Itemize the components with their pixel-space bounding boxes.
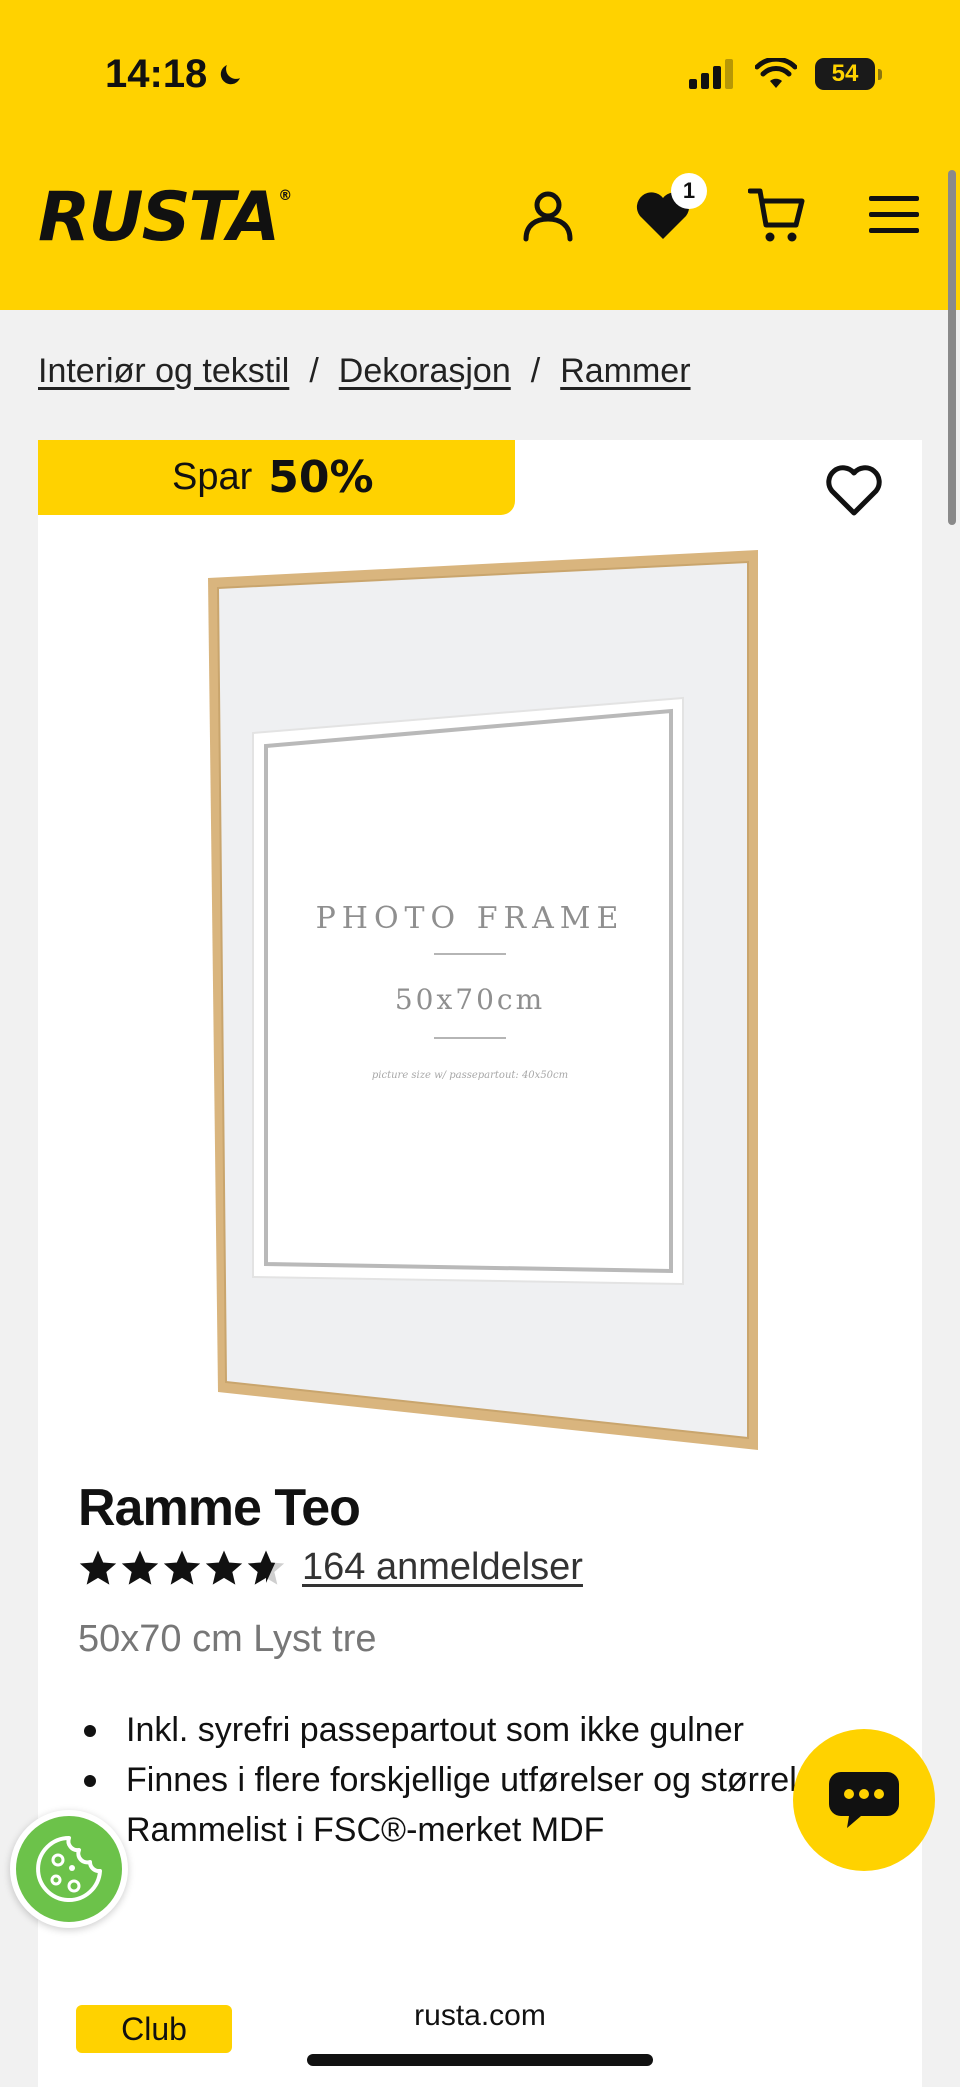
- heart-outline-icon: [826, 465, 882, 516]
- page-scrollbar[interactable]: [948, 170, 956, 525]
- account-button[interactable]: [518, 185, 578, 245]
- rating-stars: [78, 1548, 286, 1588]
- feature-item: Rammelist i FSC®-merket MDF: [78, 1805, 878, 1855]
- menu-button[interactable]: [864, 185, 924, 245]
- wishlist-button[interactable]: 1: [633, 173, 707, 245]
- chat-icon: [829, 1772, 899, 1828]
- breadcrumb-separator: /: [309, 352, 319, 390]
- user-icon: [523, 191, 573, 242]
- image-text-note: picture size w/ passepartout: 40x50cm: [372, 1070, 568, 1081]
- breadcrumb: Interiør og tekstil / Dekorasjon / Ramme…: [38, 352, 691, 391]
- add-to-wishlist-button[interactable]: [824, 462, 884, 518]
- breadcrumb-frames[interactable]: Rammer: [560, 352, 690, 391]
- product-image[interactable]: PHOTO FRAME 50x70cm picture size w/ pass…: [208, 550, 788, 1460]
- cookie-icon: [36, 1836, 102, 1902]
- cart-icon: [748, 188, 805, 242]
- product-variant: 50x70 cm Lyst tre: [78, 1618, 377, 1660]
- save-label: Spar: [172, 456, 253, 498]
- feature-item: Inkl. syrefri passepartout som ikke guln…: [78, 1705, 878, 1755]
- status-bar-time: 14:18: [105, 52, 245, 97]
- signal-icon: [689, 59, 733, 89]
- star-icon: [163, 1550, 201, 1585]
- battery-icon: 54: [815, 58, 882, 90]
- wishlist-count-badge: 1: [671, 173, 707, 209]
- breadcrumb-separator: /: [530, 352, 541, 390]
- home-indicator[interactable]: [307, 2054, 653, 2066]
- site-header: 14:18 54 RUSTA® 1: [0, 0, 960, 310]
- product-title: Ramme Teo: [78, 1479, 361, 1537]
- discount-banner: Spar 50%: [38, 440, 515, 515]
- browser-url-bar[interactable]: rusta.com: [368, 1978, 592, 2054]
- hamburger-menu-icon: [869, 196, 919, 233]
- rusta-logo[interactable]: RUSTA®: [38, 178, 292, 257]
- breadcrumb-interior-textile[interactable]: Interiør og tekstil: [38, 352, 289, 391]
- breadcrumb-decoration[interactable]: Dekorasjon: [339, 352, 511, 391]
- chat-button[interactable]: [793, 1729, 935, 1871]
- product-rating: 164 anmeldelser: [78, 1546, 583, 1589]
- club-badge: Club: [76, 2005, 232, 2053]
- image-text-size: 50x70cm: [395, 983, 545, 1016]
- product-features: Inkl. syrefri passepartout som ikke guln…: [78, 1705, 878, 1855]
- browser-url: rusta.com: [414, 1999, 546, 2032]
- wifi-icon: [755, 58, 797, 88]
- moon-icon: [221, 64, 241, 84]
- status-bar-indicators: 54: [689, 58, 882, 90]
- star-icon: [205, 1550, 243, 1585]
- cart-button[interactable]: [748, 185, 808, 245]
- cookie-settings-button[interactable]: [10, 1810, 128, 1928]
- star-icon: [121, 1550, 159, 1585]
- feature-item: Finnes i flere forskjellige utførelser o…: [78, 1755, 878, 1805]
- half-star-icon: [247, 1550, 285, 1585]
- reviews-link[interactable]: 164 anmeldelser: [302, 1546, 583, 1589]
- star-icon: [79, 1550, 117, 1585]
- save-percent: 50%: [268, 452, 374, 503]
- image-text-title: PHOTO FRAME: [316, 901, 625, 936]
- product-card: Spar 50% PHOTO FRAME 50x70cm picture siz…: [38, 440, 922, 2087]
